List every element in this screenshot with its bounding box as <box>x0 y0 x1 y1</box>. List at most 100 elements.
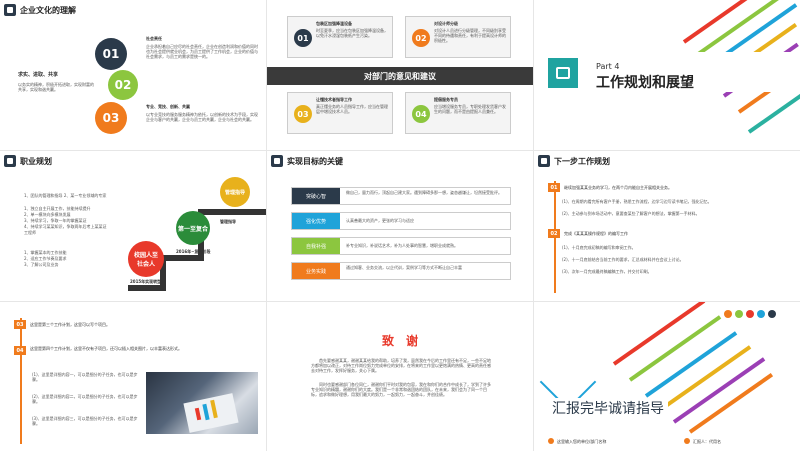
footer-presenter: 汇报人：代用名 <box>684 438 721 444</box>
work-item-4: 04 这里是第四个工作计划，这里不仅有子项目，还可以插入相关图片，以丰富表达形式… <box>14 346 240 355</box>
plan-item-1: 01 继续加强某某业务的学习，在两个月内能自主开展相关业务。 <box>548 183 784 192</box>
slide-header: 下一步工作规划 <box>534 151 610 171</box>
plan-sub: (3)、次年一月完成最终稿编稿工作，并交付印刷。 <box>562 269 652 274</box>
key-row-text: 认真善最大的资产，更张的学习与适应 <box>346 218 414 223</box>
part-icon-box <box>548 58 578 88</box>
closing-title: 汇报完毕诚请指导 <box>548 398 668 418</box>
key-row-text: 做自己，量力而行，顶起自己建大家。遇到障碍多那一想，姿态越谦让，坦然接受批评。 <box>346 190 502 195</box>
header-square-icon <box>271 155 283 167</box>
stage-circle-composite: 第一至复合 <box>176 211 210 245</box>
footer-org: 这里输入您的单位/部门名称 <box>548 438 606 444</box>
slide-keys-to-goals[interactable]: 实现目标的关键 突破心智 做自己，量力而行，顶起自己建大家。遇到障碍多那一想，姿… <box>267 151 533 301</box>
slide-next-steps[interactable]: 下一步工作规划 01 继续加强某某业务的学习，在两个月内能自主开展相关业务。 (… <box>534 151 800 301</box>
plan-text-9: 3、了解公司及业务 <box>24 262 59 267</box>
work-sub: (1)、这里是详细内容一，可以是细分的子任务，也可以是步骤。 <box>32 372 138 382</box>
business-photo <box>146 372 258 434</box>
work-text: 这里是第四个工作计划，这里不仅有子项目，还可以插入相关图片，以丰富表达形式。 <box>30 346 182 351</box>
item-text-1: 企业承担着自己应尽的社会责任，企业在创造利润和价值的同时也为社会提供就业机会，为… <box>146 44 258 59</box>
plan-text-5: 4、持续学习某某知识，争取两年后考上某某证 <box>24 224 107 229</box>
key-row: 强化优势 认真善最大的资产，更张的学习与适应 <box>291 212 511 230</box>
dot-icon <box>735 310 743 318</box>
slide-career-plan[interactable]: 职业规划 1、团队的管理和指导 2、某一专业领域的专家 1、独立自主开展工作，技… <box>0 151 266 301</box>
suggestion-text: 时至夏季，应当在包装区加强降温设备，以免汗水浸湿包装纸产生污染。 <box>316 28 388 38</box>
plan-text-4: 3、持续学习，争取一年的掌握某证 <box>24 218 87 223</box>
slide-corporate-culture[interactable]: 企业文化的理解 求实、进取、共享 以务实的精神，积极开拓进取，实现财富的共享，实… <box>0 0 266 150</box>
plan-number: 02 <box>548 229 560 238</box>
footer-org-text: 这里输入您的单位/部门名称 <box>557 438 607 444</box>
left-heading: 求实、进取、共享 <box>18 72 59 78</box>
suggestion-box-1: 01 包装区加强降温设备 时至夏季，应当在包装区加强降温设备，以免汗水浸湿包装纸… <box>287 16 393 58</box>
plan-sub: (2)、主动参与到市场活动中，意要查某些了解客户的想法，掌握第一手材料。 <box>562 211 700 216</box>
item-text-3: 以专业竞技的服务服务精神为依托，以创新的技术为手段，实现企业与客户的共赢，企业与… <box>146 112 258 122</box>
slide-header: 实现目标的关键 <box>267 151 343 171</box>
plan-sub: (1)、在周期内看完所有客户手册，熟悉工作流程，边学习边写读书笔记，强化记忆。 <box>562 199 712 204</box>
center-band-title: 对部门的意见和建议 <box>267 67 533 85</box>
slide-title: 企业文化的理解 <box>20 5 76 15</box>
building-icon <box>556 67 570 79</box>
thanks-paragraph-1: 首先要感谢某某，谢谢某某给我的帮助，培养了我，虽然我在今后的工作里还有不足，一些… <box>311 358 491 373</box>
plan-text-1: 1、团队的管理和指导 2、某一专业领域的专家 <box>24 193 107 198</box>
plan-text-7: 1、掌握某本的工作技能 <box>24 250 67 255</box>
suggestion-text: 应当增设服务专员，专职处理发货客户发生的问题，而不是由提报人员兼任。 <box>434 104 506 114</box>
slide-header: 企业文化的理解 <box>0 0 76 20</box>
dot-icon <box>768 310 776 318</box>
suggestion-heading: 对设计师分级 <box>434 21 458 26</box>
suggestion-heading: 提倡服务专员 <box>434 97 458 102</box>
color-dots <box>724 310 776 318</box>
slide-header: 职业规划 <box>0 151 52 171</box>
slide-part4-cover[interactable]: Part 4 工作规划和展望 <box>534 0 800 150</box>
key-row: 业务实践 通过知客、业务交流，以企代训，案例学习等方式不断让自己丰富 <box>291 262 511 280</box>
chart-paper-image <box>183 393 239 433</box>
slide-thanks[interactable]: 致 谢 首先要感谢某某，谢谢某某给我的帮助，培养了我，虽然我在今后的工作里还有不… <box>267 302 533 451</box>
plan-text-2: 1、独立自主开展工作，技能持续提升 <box>24 206 91 211</box>
slide-work-plans[interactable]: 03 这里是第三个工作计划，这里可以写个项目。 04 这里是第四个工作计划，这里… <box>0 302 266 451</box>
suggestion-box-3: 03 让懂技术者指导工作 真正懂业务的人员指导工作，应当在管理层中增设技术人员。 <box>287 92 393 134</box>
slide-title: 实现目标的关键 <box>287 156 343 166</box>
key-row-label: 强化优势 <box>292 213 340 229</box>
left-text: 以务实的精神，积极开拓进取，实现财富的共享，实现和谐共赢。 <box>18 82 94 92</box>
work-item-3: 03 这里是第三个工作计划，这里可以写个项目。 <box>14 320 110 329</box>
slide-closing[interactable]: 汇报完毕诚请指导 这里输入您的单位/部门名称 汇报人：代用名 <box>534 302 800 451</box>
plan-number: 04 <box>14 346 26 355</box>
plan-sub: (1)、十月底完成初稿的编写和审阅工作。 <box>562 245 636 250</box>
part-title: 工作规划和展望 <box>596 75 694 91</box>
footer-presenter-text: 汇报人：代用名 <box>693 438 721 444</box>
slide-thumbnail-grid: 企业文化的理解 求实、进取、共享 以务实的精神，积极开拓进取，实现财富的共享，实… <box>0 0 800 451</box>
thanks-title: 致 谢 <box>381 334 418 348</box>
part-label: Part 4 <box>596 62 620 71</box>
dot-icon <box>724 310 732 318</box>
key-row-label: 业务实践 <box>292 263 340 279</box>
home-icon <box>548 438 554 444</box>
year-label-2015: 2015年实现转型 <box>130 279 162 284</box>
suggestion-heading: 让懂技术者指导工作 <box>316 97 352 102</box>
key-row-text: 补专业知识，补说话艺术，补为人处事的智慧，增职业成就熟。 <box>346 243 458 248</box>
circle-01: 01 <box>95 38 127 70</box>
suggestion-box-4: 04 提倡服务专员 应当增设服务专员，专职处理发货客户发生的问题，而不是由提报人… <box>405 92 511 134</box>
slide-title: 下一步工作规划 <box>554 156 610 166</box>
number-badge-01: 01 <box>294 29 312 47</box>
timeline-line <box>20 318 22 444</box>
suggestion-heading: 包装区加强降温设备 <box>316 21 352 26</box>
slide-title: 职业规划 <box>20 156 52 166</box>
thanks-paragraph-2: 同时也要感谢部门各位同仁，谢谢你们平时对我的包容，我在和你们的合作中成长了，学到… <box>311 382 491 397</box>
plan-number: 03 <box>14 320 26 329</box>
circle-03: 03 <box>95 102 127 134</box>
decor-stripe <box>692 0 794 59</box>
person-icon <box>684 438 690 444</box>
header-square-icon <box>4 4 16 16</box>
plan-text-8: 2、适应工作节奏及要求 <box>24 256 67 261</box>
stage-mgmt-label: 管理指导 <box>220 219 236 224</box>
key-row: 突破心智 做自己，量力而行，顶起自己建大家。遇到障碍多那一想，姿态越谦让，坦然接… <box>291 187 511 205</box>
slide-suggestions[interactable]: 01 包装区加强降温设备 时至夏季，应当在包装区加强降温设备，以免汗水浸湿包装纸… <box>267 0 533 150</box>
key-row-label: 自我补强 <box>292 238 340 254</box>
number-badge-04: 04 <box>412 105 430 123</box>
plan-item-2: 02 完成《某某某操作规程》的编写工作 <box>548 229 784 238</box>
suggestion-text: 对设计人员进行分级管理，不同级别享受不同的待遇和责任，有利于提高设计师的积极性。 <box>434 28 506 43</box>
circle-02: 02 <box>108 70 138 100</box>
stage-circle-mgmt: 管理指导 <box>220 177 250 207</box>
key-row-label: 突破心智 <box>292 188 340 204</box>
dot-icon <box>757 310 765 318</box>
plan-heading: 继续加强某某业务的学习，在两个月内能自主开展相关业务。 <box>564 185 672 190</box>
number-badge-02: 02 <box>412 29 430 47</box>
work-sub: (3)、这里是详细内容三，可以是细分的子任务，也可以是步骤。 <box>32 416 138 426</box>
